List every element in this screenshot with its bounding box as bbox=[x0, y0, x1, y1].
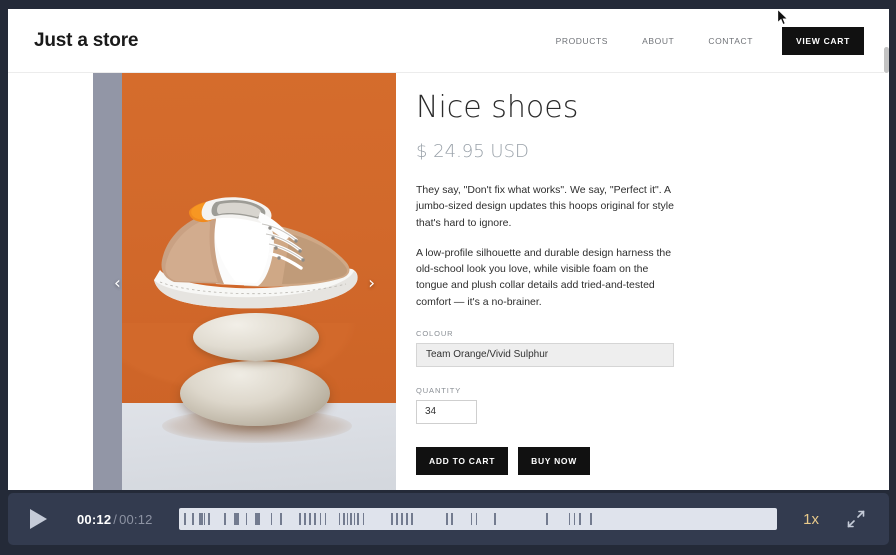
screen-recorder-frame: Just a store PRODUCTS ABOUT CONTACT VIEW… bbox=[0, 0, 896, 555]
product-details: Nice shoes $ 24.95 USD They say, "Don't … bbox=[396, 73, 696, 490]
timeline-tick bbox=[299, 513, 301, 525]
timeline-tick bbox=[224, 513, 226, 525]
product-image-gallery[interactable]: ‹ › bbox=[93, 73, 396, 490]
time-separator: / bbox=[113, 511, 118, 527]
timeline-tick bbox=[573, 513, 576, 525]
timeline-tick bbox=[350, 513, 352, 525]
view-cart-button[interactable]: VIEW CART bbox=[782, 26, 864, 55]
timeline-tick bbox=[357, 513, 359, 525]
timeline-scrubber[interactable] bbox=[178, 508, 778, 530]
timeline-tick bbox=[309, 513, 311, 525]
page-scrollbar-thumb[interactable] bbox=[884, 47, 889, 73]
colour-select[interactable]: Team Orange/Vivid Sulphur bbox=[416, 342, 674, 367]
timeline-tick bbox=[184, 513, 186, 525]
timeline-tick bbox=[314, 513, 316, 525]
product-description-paragraph-1: They say, "Don't fix what works". We say… bbox=[416, 184, 674, 229]
photo-stone-bottom bbox=[180, 361, 330, 426]
timeline-tick bbox=[208, 513, 210, 525]
photo-shoe bbox=[154, 197, 358, 309]
timeline-tick bbox=[304, 513, 306, 525]
buy-now-button[interactable]: BUY NOW bbox=[518, 446, 590, 475]
timeline-tick bbox=[406, 513, 408, 525]
browser-page-viewport: Just a store PRODUCTS ABOUT CONTACT VIEW… bbox=[8, 9, 889, 490]
page-scrollbar[interactable] bbox=[884, 9, 889, 490]
video-player-controls: 00:12/00:12 1x bbox=[8, 493, 889, 545]
nav-link-products[interactable]: PRODUCTS bbox=[539, 30, 626, 52]
timeline-tick bbox=[411, 513, 413, 525]
timeline-tick bbox=[192, 513, 194, 525]
timeline-tick bbox=[319, 513, 322, 525]
quantity-field-label: QUANTITY bbox=[416, 385, 462, 395]
playback-speed-button[interactable]: 1x bbox=[803, 511, 819, 528]
quantity-input[interactable]: 34 bbox=[416, 399, 477, 424]
timeline-tick bbox=[338, 513, 341, 525]
timeline-tick bbox=[280, 513, 282, 525]
product-price: $ 24.95 USD bbox=[416, 141, 529, 162]
site-brand-logo[interactable]: Just a store bbox=[34, 30, 138, 52]
current-time: 00:12 bbox=[77, 511, 112, 527]
colour-field-label: COLOUR bbox=[416, 328, 454, 338]
timeline-tick bbox=[324, 513, 327, 525]
site-header: Just a store PRODUCTS ABOUT CONTACT VIEW… bbox=[8, 9, 889, 73]
timeline-tick bbox=[258, 513, 260, 525]
gallery-previous-arrow-icon[interactable]: ‹ bbox=[114, 275, 121, 293]
timeline-tick bbox=[568, 513, 571, 525]
timeline-tick bbox=[353, 513, 356, 525]
product-title: Nice shoes bbox=[416, 90, 579, 125]
timeline-tick bbox=[362, 513, 365, 525]
gallery-next-arrow-icon[interactable]: › bbox=[368, 275, 375, 293]
product-description-paragraph-2: A low-profile silhouette and durable des… bbox=[416, 246, 672, 308]
timeline-tick bbox=[470, 513, 473, 525]
nav-link-contact[interactable]: CONTACT bbox=[691, 30, 770, 52]
product-section: ‹ › Nice shoes $ 24.95 USD They say, "Do… bbox=[8, 73, 889, 490]
timeline-tick bbox=[494, 513, 496, 525]
timeline-tick bbox=[203, 513, 206, 525]
timeline-tick bbox=[401, 513, 403, 525]
total-time: 00:12 bbox=[119, 511, 153, 527]
timeline-tick bbox=[270, 513, 273, 525]
timeline-tick bbox=[451, 513, 453, 525]
timeline-tick bbox=[396, 513, 398, 525]
timeline-tick bbox=[590, 513, 592, 525]
timecode-display: 00:12/00:12 bbox=[77, 512, 153, 527]
timeline-tick bbox=[446, 513, 448, 525]
product-actions: ADD TO CART BUY NOW bbox=[416, 446, 696, 475]
add-to-cart-button[interactable]: ADD TO CART bbox=[416, 446, 509, 475]
timeline-tick bbox=[346, 513, 349, 525]
timeline-tick bbox=[546, 513, 548, 525]
gallery-current-slide bbox=[122, 73, 396, 490]
nav-link-about[interactable]: ABOUT bbox=[625, 30, 691, 52]
timeline-tick bbox=[391, 513, 393, 525]
timeline-tick bbox=[343, 513, 345, 525]
photo-stone-top bbox=[193, 313, 319, 361]
play-icon[interactable] bbox=[30, 509, 47, 529]
expand-icon[interactable] bbox=[847, 510, 865, 528]
timeline-tick bbox=[579, 513, 581, 525]
main-navigation: PRODUCTS ABOUT CONTACT VIEW CART bbox=[539, 26, 864, 55]
timeline-tick bbox=[245, 513, 248, 525]
timeline-tick bbox=[237, 513, 239, 525]
timeline-tick bbox=[475, 513, 478, 525]
